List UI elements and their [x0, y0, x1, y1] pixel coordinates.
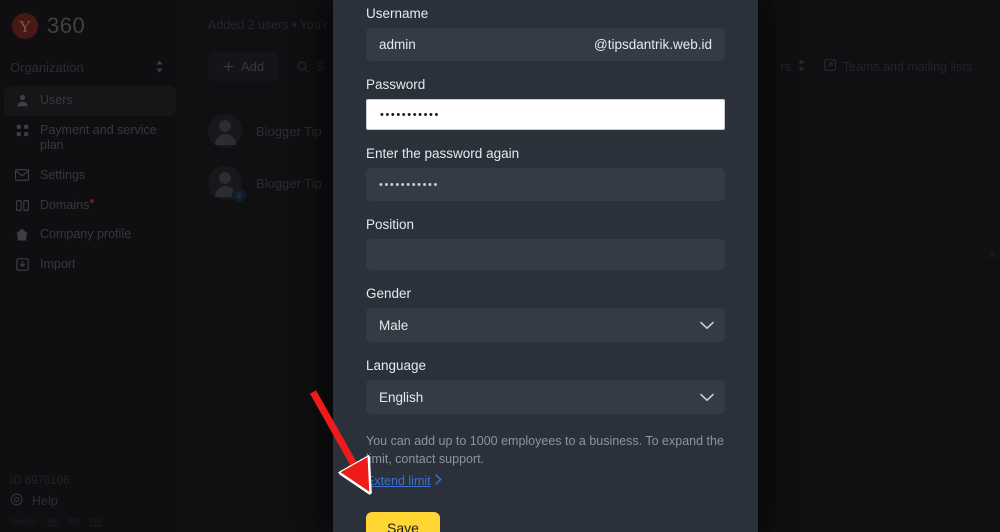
password-again-value: ••••••••••• [379, 178, 439, 191]
field-language: Language English [366, 358, 725, 414]
modal-body: Username admin @tipsdantrik.web.id Passw… [333, 0, 758, 532]
language-select[interactable]: English [366, 380, 725, 414]
username-domain-suffix: @tipsdantrik.web.id [593, 37, 712, 52]
password-input[interactable]: ••••••••••• [366, 99, 725, 130]
password-again-input[interactable]: ••••••••••• [366, 168, 725, 201]
screen: Y 360 Organization Users Payment and ser… [0, 0, 1000, 532]
position-label: Position [366, 217, 415, 232]
password-value: ••••••••••• [380, 108, 440, 121]
save-button[interactable]: Save [366, 511, 440, 532]
username-label: Username [366, 6, 429, 21]
position-input[interactable] [366, 239, 725, 270]
chevron-down-icon [700, 321, 714, 330]
add-user-modal: Username admin @tipsdantrik.web.id Passw… [333, 0, 758, 532]
field-position: Position [366, 217, 725, 270]
chevron-right-icon [434, 473, 442, 488]
field-password-again: Enter the password again ••••••••••• [366, 146, 725, 201]
employee-limit-note: You can add up to 1000 employees to a bu… [366, 434, 724, 466]
password-again-label: Enter the password again [366, 146, 520, 161]
gender-label: Gender [366, 286, 412, 301]
language-value: English [379, 389, 424, 405]
username-input[interactable]: admin @tipsdantrik.web.id [366, 28, 725, 61]
field-username: Username admin @tipsdantrik.web.id [366, 6, 725, 61]
gender-value: Male [379, 317, 409, 333]
gender-select[interactable]: Male [366, 308, 725, 342]
extend-limit-label: Extend limit [366, 473, 431, 488]
chevron-down-icon [700, 393, 714, 402]
extend-limit-link[interactable]: Extend limit [366, 474, 442, 488]
password-label: Password [366, 77, 426, 92]
username-value: admin [379, 37, 416, 52]
field-password: Password ••••••••••• [366, 77, 725, 130]
field-gender: Gender Male [366, 286, 725, 342]
language-label: Language [366, 358, 427, 373]
